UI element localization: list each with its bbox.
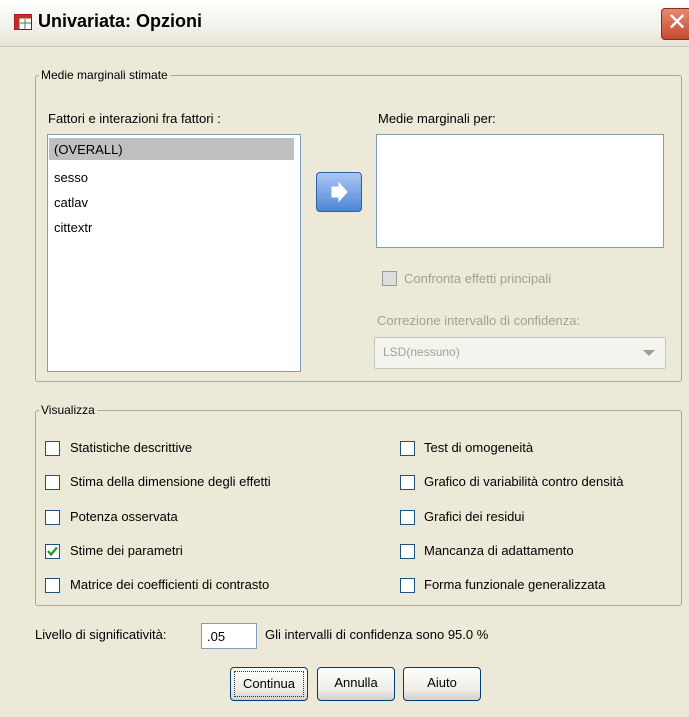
residual-plots-checkbox[interactable] bbox=[400, 510, 415, 525]
contrast-matrix-checkbox[interactable] bbox=[45, 578, 60, 593]
title-bar: Univariata: Opzioni ✕ bbox=[0, 0, 689, 47]
cancel-button[interactable]: Annulla bbox=[317, 667, 395, 701]
observed-power-label: Potenza osservata bbox=[70, 509, 178, 524]
lack-of-fit-label: Mancanza di adattamento bbox=[424, 543, 574, 558]
ci-adjust-select[interactable]: LSD(nessuno) bbox=[374, 337, 666, 369]
means-for-label: Medie marginali per: bbox=[378, 111, 496, 126]
list-item[interactable]: cittextr bbox=[54, 220, 92, 235]
effect-size-checkbox[interactable] bbox=[45, 475, 60, 490]
means-for-list[interactable] bbox=[376, 134, 664, 248]
checkmark-icon bbox=[47, 546, 58, 557]
window-title: Univariata: Opzioni bbox=[38, 11, 203, 31]
factors-label: Fattori e interazioni fra fattori : bbox=[48, 111, 221, 126]
effect-size-label: Stima della dimensione degli effetti bbox=[70, 474, 271, 489]
cancel-button-label: Annulla bbox=[334, 675, 378, 690]
list-item[interactable]: sesso bbox=[54, 170, 88, 185]
residual-plots-label: Grafici dei residui bbox=[424, 509, 525, 524]
homogeneity-test-checkbox[interactable] bbox=[400, 441, 415, 456]
parameter-estimates-label: Stime dei parametri bbox=[70, 543, 183, 558]
continue-button[interactable]: Continua bbox=[230, 667, 308, 701]
descriptive-stats-label: Statistiche descrittive bbox=[70, 440, 193, 455]
compare-main-effects-label: Confronta effetti principali bbox=[404, 271, 552, 286]
compare-main-effects-checkbox[interactable] bbox=[382, 271, 397, 286]
list-item[interactable]: (OVERALL) bbox=[54, 142, 123, 157]
emm-group-label: Medie marginali stimate bbox=[39, 68, 170, 82]
significance-label: Livello di significatività: bbox=[35, 627, 167, 642]
significance-input[interactable]: .05 bbox=[201, 623, 257, 649]
continue-button-label: Continua bbox=[234, 671, 304, 697]
chevron-down-icon bbox=[643, 350, 655, 356]
general-estimable-function-checkbox[interactable] bbox=[400, 578, 415, 593]
spss-table-icon bbox=[14, 14, 32, 30]
close-icon[interactable]: ✕ bbox=[661, 8, 689, 40]
move-right-button[interactable] bbox=[316, 172, 362, 212]
significance-value: .05 bbox=[207, 629, 226, 644]
general-estimable-function-label: Forma funzionale generalizzata bbox=[424, 577, 606, 592]
factors-list[interactable]: (OVERALL) sesso catlav cittextr bbox=[47, 134, 301, 372]
contrast-matrix-label: Matrice dei coefficienti di contrasto bbox=[70, 577, 270, 592]
display-group-label: Visualizza bbox=[39, 403, 97, 417]
observed-power-checkbox[interactable] bbox=[45, 510, 60, 525]
help-button[interactable]: Aiuto bbox=[403, 667, 481, 701]
spread-vs-level-label: Grafico di variabilità contro densità bbox=[424, 474, 624, 489]
confidence-interval-text: Gli intervalli di confidenza sono 95.0 % bbox=[265, 627, 489, 642]
homogeneity-test-label: Test di omogeneità bbox=[424, 440, 534, 455]
help-button-label: Aiuto bbox=[427, 675, 457, 690]
spread-vs-level-checkbox[interactable] bbox=[400, 475, 415, 490]
parameter-estimates-checkbox[interactable] bbox=[45, 544, 60, 559]
ci-adjust-value: LSD(nessuno) bbox=[383, 345, 460, 359]
move-right-arrow-icon bbox=[331, 181, 348, 203]
ci-adjust-label: Correzione intervallo di confidenza: bbox=[377, 313, 581, 328]
lack-of-fit-checkbox[interactable] bbox=[400, 544, 415, 559]
descriptive-stats-checkbox[interactable] bbox=[45, 441, 60, 456]
list-item[interactable]: catlav bbox=[54, 195, 88, 210]
